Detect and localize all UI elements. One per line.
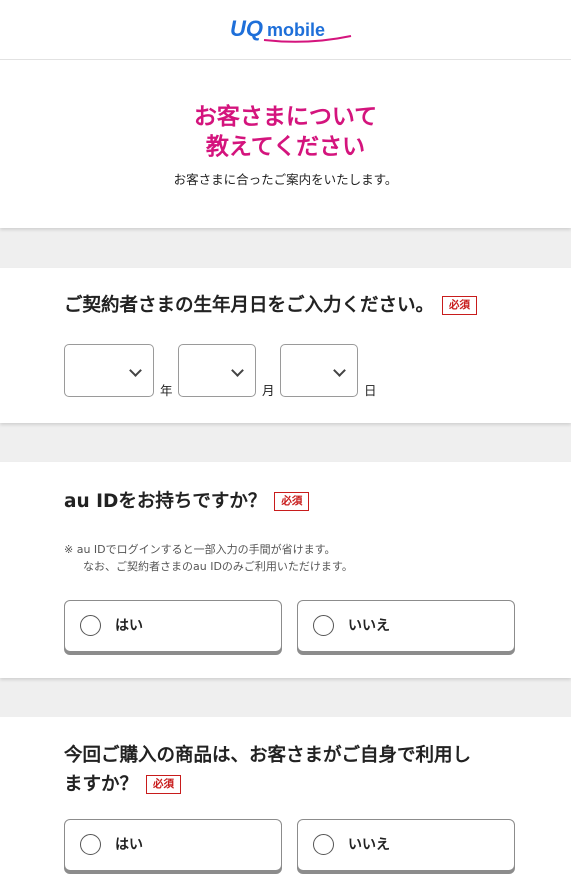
purchase-no-label: いいえ <box>348 837 390 853</box>
birth-month-select[interactable] <box>178 344 256 397</box>
required-badge: 必須 <box>442 296 478 315</box>
purchase-question: 今回ご購入の商品は、お客さまがご自身で利用し ますか？ 必須 <box>64 741 471 799</box>
purchase-yes-option[interactable]: はい <box>64 819 282 871</box>
chevron-down-icon <box>129 364 142 377</box>
month-unit-label: 月 <box>262 383 275 398</box>
auid-question-text: au IDをお持ちですか？ <box>64 491 267 512</box>
radio-circle-icon <box>80 615 101 636</box>
page-title: お客さまについて 教えてください <box>0 102 571 162</box>
page-title-line2: 教えてください <box>205 134 366 160</box>
logo-uq-text: UQ <box>230 16 263 41</box>
birthdate-question: ご契約者さまの生年月日をご入力ください。 必須 <box>64 291 478 320</box>
purchase-question-line2-row: ますか？ 必須 <box>64 770 471 799</box>
purchase-no-option[interactable]: いいえ <box>297 819 515 871</box>
purchase-question-line2: ますか？ <box>64 774 139 795</box>
day-unit-label: 日 <box>364 383 377 398</box>
birth-day-select[interactable] <box>280 344 358 397</box>
birth-year-select[interactable] <box>64 344 154 397</box>
chevron-down-icon <box>231 364 244 377</box>
auid-yes-label: はい <box>115 618 143 634</box>
required-badge: 必須 <box>274 492 310 511</box>
chevron-down-icon <box>333 364 346 377</box>
intro-section: お客さまについて 教えてください お客さまに合ったご案内をいたします。 <box>0 60 571 228</box>
auid-no-option[interactable]: いいえ <box>297 600 515 652</box>
auid-yes-option[interactable]: はい <box>64 600 282 652</box>
purchase-question-line1: 今回ご購入の商品は、お客さまがご自身で利用し <box>64 745 472 766</box>
purchase-yes-label: はい <box>115 837 143 853</box>
page-subtitle: お客さまに合ったご案内をいたします。 <box>173 172 398 187</box>
year-unit-label: 年 <box>160 383 173 398</box>
birthdate-question-text: ご契約者さまの生年月日をご入力ください。 <box>64 295 435 316</box>
logo-mobile-text: mobile <box>267 20 325 40</box>
auid-note: ※ au IDでログインすると一部入力の手間が省けます。 なお、ご契約者さまのa… <box>64 541 353 575</box>
required-badge: 必須 <box>146 775 182 794</box>
uq-mobile-logo[interactable]: UQ mobile <box>228 14 354 46</box>
auid-note-line1: ※ au IDでログインすると一部入力の手間が省けます。 <box>64 543 336 556</box>
radio-circle-icon <box>313 615 334 636</box>
auid-no-label: いいえ <box>348 618 390 634</box>
auid-question: au IDをお持ちですか？ 必須 <box>64 487 310 516</box>
page-title-line1: お客さまについて <box>193 104 378 130</box>
header: UQ mobile <box>0 0 571 60</box>
auid-note-line2: なお、ご契約者さまのau IDのみご利用いただけます。 <box>83 560 353 573</box>
radio-circle-icon <box>80 834 101 855</box>
radio-circle-icon <box>313 834 334 855</box>
